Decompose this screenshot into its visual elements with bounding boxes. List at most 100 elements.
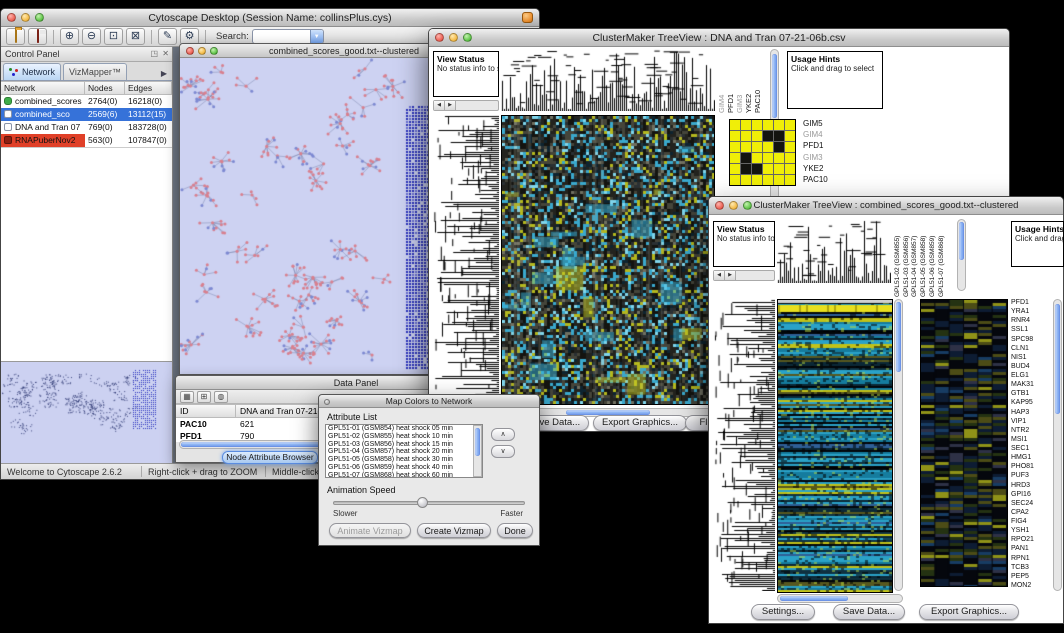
birdseye-view[interactable] <box>1 362 171 465</box>
scroll-right-icon[interactable]: ▶ <box>445 101 456 110</box>
gene-label[interactable]: RPN1 <box>1011 555 1051 562</box>
gene-label[interactable]: PUF3 <box>1011 472 1051 479</box>
zoom-out-button[interactable]: ⊖ <box>82 28 101 45</box>
treeview-dna-titlebar[interactable]: ClusterMaker TreeView : DNA and Tran 07-… <box>429 29 1009 47</box>
create-vizmap-button[interactable]: Create Vizmap <box>417 523 491 538</box>
column-label[interactable]: GIM3 <box>735 51 744 113</box>
attribute-list-item[interactable]: GPL51-02 (GSM855) heat shock 10 min <box>326 433 482 441</box>
mini-hscrollbar[interactable]: ◀ ▶ <box>713 270 775 281</box>
network-name-cell[interactable]: combined_sco <box>1 108 85 121</box>
move-down-button[interactable]: ∨ <box>491 445 515 458</box>
column-label[interactable]: PFD1 <box>726 51 735 113</box>
scroll-right-icon[interactable]: ▶ <box>725 271 736 280</box>
zoom-fit-button[interactable]: ⊡ <box>104 28 123 45</box>
open-session-button[interactable] <box>6 28 25 45</box>
done-button[interactable]: Done <box>497 523 533 538</box>
network-name-cell[interactable]: RNAPuberNov2 <box>1 134 85 147</box>
attribute-list-item[interactable]: GPL51-03 (GSM856) heat shock 15 min <box>326 441 482 449</box>
close-button[interactable] <box>7 13 16 22</box>
main-vscrollbar[interactable] <box>894 299 903 591</box>
attribute-list-item[interactable]: GPL51-01 (GSM854) heat shock 05 min <box>326 425 482 433</box>
gene-label[interactable]: TCB3 <box>1011 564 1051 571</box>
row-dendrogram[interactable] <box>433 115 499 405</box>
gene-label[interactable]: RNR4 <box>1011 317 1051 324</box>
scrollbar-thumb[interactable] <box>1055 304 1060 414</box>
column-label[interactable]: PAC10 <box>753 51 762 113</box>
treeview-combined-titlebar[interactable]: ClusterMaker TreeView : combined_scores_… <box>709 197 1063 215</box>
gene-label[interactable]: CPA2 <box>1011 509 1051 516</box>
tab-vizmapper[interactable]: VizMapper™ <box>63 63 127 80</box>
gene-label[interactable]: SEC1 <box>1011 445 1051 452</box>
network-name-cell[interactable]: DNA and Tran 07 <box>1 121 85 134</box>
column-label[interactable]: GPL51-02 (GSM855) <box>893 221 902 297</box>
gene-label[interactable]: PFD1 <box>1011 299 1051 306</box>
scroll-left-icon[interactable]: ◀ <box>434 101 445 110</box>
tab-network[interactable]: Network <box>3 63 61 80</box>
zoom-button[interactable] <box>210 47 218 55</box>
gene-label[interactable]: GIM4 <box>803 131 828 139</box>
gene-label[interactable]: KAP95 <box>1011 399 1051 406</box>
dna-heatmap[interactable] <box>502 116 714 404</box>
minimize-button[interactable] <box>21 13 30 22</box>
col-network[interactable]: Network <box>1 81 85 95</box>
gene-label[interactable]: SPC98 <box>1011 336 1051 343</box>
animate-vizmap-button[interactable]: Animate Vizmap <box>329 523 411 538</box>
annotate-button[interactable]: ✎ <box>158 28 177 45</box>
save-session-button[interactable] <box>28 28 47 45</box>
gene-label[interactable]: VIP1 <box>1011 418 1051 425</box>
gene-label[interactable]: HAP3 <box>1011 409 1051 416</box>
scrollbar-thumb[interactable] <box>475 428 480 456</box>
network-table-row[interactable]: combined_sco 2569(6) 13112(15) <box>1 108 172 121</box>
gene-label[interactable]: PAN1 <box>1011 545 1051 552</box>
zoom-button[interactable] <box>463 33 472 42</box>
gene-label[interactable]: PHO81 <box>1011 463 1051 470</box>
scrollbar-thumb[interactable] <box>780 596 848 601</box>
main-hscrollbar[interactable] <box>777 594 903 603</box>
attribute-create-button[interactable]: ⊞ <box>197 391 211 403</box>
gene-label[interactable]: FIG4 <box>1011 518 1051 525</box>
attribute-select-button[interactable]: ▦ <box>180 391 194 403</box>
tab-overflow-arrow[interactable]: ▶ <box>158 67 170 80</box>
gene-label[interactable]: GPI16 <box>1011 491 1051 498</box>
animation-speed-slider[interactable] <box>333 501 525 505</box>
mini-hscrollbar[interactable]: ◀ ▶ <box>433 100 499 111</box>
gene-label[interactable]: ELG1 <box>1011 372 1051 379</box>
dna-zoom-matrix[interactable] <box>729 119 796 186</box>
close-button[interactable] <box>715 201 724 210</box>
move-up-button[interactable]: ∧ <box>491 428 515 441</box>
node-attribute-browser-tab[interactable]: Node Attribute Browser <box>222 451 318 464</box>
row-dendrogram[interactable] <box>713 299 775 591</box>
attribute-list-item[interactable]: GPL51-07 (GSM868) heat shock 60 min <box>326 472 482 478</box>
gene-label[interactable]: PFD1 <box>803 142 828 150</box>
gene-label[interactable]: SEC24 <box>1011 500 1051 507</box>
cytoscape-titlebar[interactable]: Cytoscape Desktop (Session Name: collins… <box>1 9 539 27</box>
network-name-cell[interactable]: combined_scores <box>1 95 85 108</box>
export-graphics-button[interactable]: Export Graphics... <box>593 415 687 431</box>
attribute-list-item[interactable]: GPL51-06 (GSM859) heat shock 40 min <box>326 464 482 472</box>
dialog-titlebar[interactable]: Map Colors to Network <box>319 395 539 408</box>
settings-button[interactable]: Settings... <box>751 604 815 620</box>
network-table-row[interactable]: RNAPuberNov2 563(0) 107847(0) <box>1 134 172 147</box>
scrollbar-thumb[interactable] <box>772 54 777 118</box>
combined-heatmap[interactable] <box>778 300 892 592</box>
chevron-down-icon[interactable]: ▼ <box>310 30 323 43</box>
gene-label[interactable]: HRD3 <box>1011 482 1051 489</box>
gene-label[interactable]: YRA1 <box>1011 308 1051 315</box>
search-combobox[interactable]: ▼ <box>252 29 324 44</box>
column-label[interactable]: YKE2 <box>744 51 753 113</box>
close-button[interactable] <box>324 399 330 405</box>
float-panel-icon[interactable]: ◳ <box>150 49 158 58</box>
gene-label[interactable]: CLN1 <box>1011 345 1051 352</box>
column-dendrogram[interactable] <box>501 49 715 111</box>
zoom-region-button[interactable]: ⊠ <box>126 28 145 45</box>
column-dendrogram[interactable] <box>777 219 891 283</box>
gene-label[interactable]: SSL1 <box>1011 326 1051 333</box>
gene-label[interactable]: MSI1 <box>1011 436 1051 443</box>
gene-label[interactable]: YKE2 <box>803 165 828 173</box>
minimize-button[interactable] <box>449 33 458 42</box>
gene-label[interactable]: YSH1 <box>1011 527 1051 534</box>
zoom-in-button[interactable]: ⊕ <box>60 28 79 45</box>
gene-label[interactable]: PAC10 <box>803 176 828 184</box>
gene-label[interactable]: NTR2 <box>1011 427 1051 434</box>
attribute-list-item[interactable]: GPL51-05 (GSM858) heat shock 30 min <box>326 456 482 464</box>
